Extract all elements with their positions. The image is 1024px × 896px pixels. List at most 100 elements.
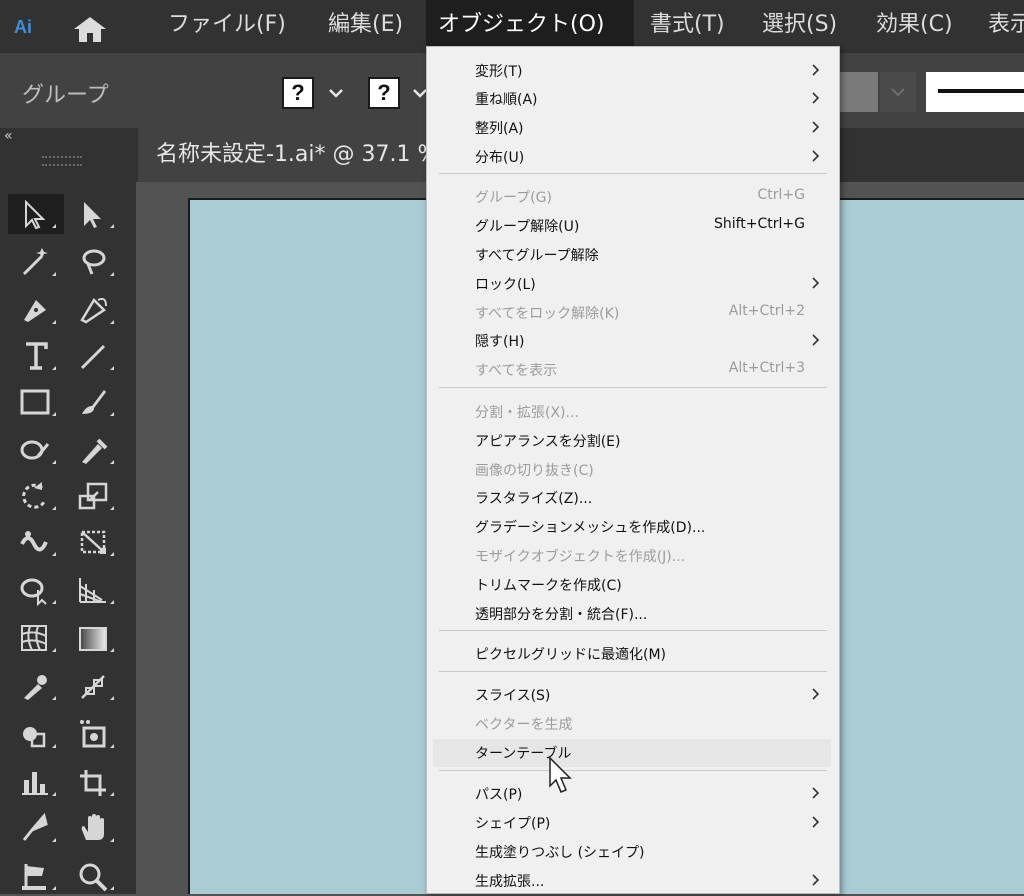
object-menu-item[interactable]: ピクセルグリッドに最適化(M) [427,640,839,668]
object-menu-item[interactable]: スライス(S) [427,681,839,709]
object-menu-item[interactable]: すべてをロック解除(K) Alt+Ctrl+2 [427,299,839,327]
fill-swatch[interactable]: ? [282,77,314,109]
hand-tool-icon[interactable] [72,808,116,848]
shaper-tool-icon [20,440,56,464]
mesh-tool-icon[interactable] [14,618,58,658]
shaper-tool-icon[interactable] [14,430,58,470]
stroke-swatch[interactable]: ? [368,77,400,109]
object-menu-item[interactable]: ベクターを生成 [427,710,839,738]
blend-tool-icon[interactable] [72,666,116,706]
rotate-tool-icon[interactable] [14,476,58,516]
hand-tool-icon [81,814,114,842]
menu-item-label: シェイプ(P) [475,816,551,832]
object-menu-item[interactable]: ロック(L) [427,270,839,298]
object-menu-item[interactable]: 透明部分を分割・統合(F)... [427,600,839,628]
curvature-tool-icon [80,297,114,324]
paintbrush-tool-icon[interactable] [72,382,116,422]
menu-item-shortcut: Alt+Ctrl+3 [728,360,805,376]
pen-tool-icon[interactable] [14,290,58,330]
perspective-grid-tool-icon [79,578,114,604]
object-menu-item[interactable]: ラスタライズ(Z)... [427,484,839,512]
knife-tool-icon [22,812,56,842]
free-transform-tool-icon[interactable] [72,522,116,562]
menu-item-label: 整列(A) [475,121,524,137]
slice-tool-icon[interactable] [72,714,116,754]
rectangle-tool-icon[interactable] [14,382,58,422]
menu-item-shortcut: Alt+Ctrl+2 [728,303,805,319]
gradient-tool-icon[interactable] [72,618,116,658]
object-menu-item[interactable]: 生成塗りつぶし (シェイプ) [427,838,839,866]
menu-object[interactable]: オブジェクト(O) [426,0,634,46]
selection-type-label: グループ [22,83,109,108]
color-swatch[interactable] [838,72,878,112]
chevron-down-icon[interactable] [326,83,346,103]
rotate-tool-icon [22,482,56,510]
object-menu-item[interactable]: モザイクオブジェクトを作成(J)... [427,542,839,570]
paintbrush-tool-icon [82,390,114,416]
object-menu-item[interactable]: シェイプ(P) [427,809,839,837]
panel-grip[interactable] [42,156,82,166]
object-menu-item[interactable]: グループ解除(U) Shift+Ctrl+G [427,212,839,240]
object-menu-item[interactable]: 生成拡張... [427,867,839,895]
graph-tool-icon[interactable] [14,762,58,802]
object-menu-item[interactable]: 隠す(H) [427,327,839,355]
menu-file[interactable]: ファイル(F) [160,0,294,46]
menu-item-label: ロック(L) [475,277,536,293]
curvature-tool-icon[interactable] [72,290,116,330]
object-menu-item[interactable]: 整列(A) [427,114,839,142]
line-segment-tool-icon[interactable] [72,336,116,376]
object-menu-item[interactable]: パス(P) [427,780,839,808]
knife-tool-icon[interactable] [14,808,58,848]
object-menu-item[interactable]: 分割・拡張(X)... [427,398,839,426]
selection-tool-icon[interactable] [8,194,64,234]
menu-item-label: ベクターを生成 [475,717,573,733]
symbol-sprayer-tool-icon[interactable] [14,714,58,754]
object-menu-item[interactable]: 分布(U) [427,143,839,171]
menu-item-label: 分布(U) [475,150,525,166]
object-menu-item[interactable]: 変形(T) [427,57,839,85]
zoom-tool-icon[interactable] [72,856,116,896]
eyedropper-tool-icon[interactable] [14,666,58,706]
menu-edit[interactable]: 編集(E) [320,0,411,46]
object-menu-item[interactable]: 画像の切り抜き(C) [427,456,839,484]
perspective-grid-tool-icon[interactable] [72,570,116,610]
collapse-panel-icon[interactable]: « [4,128,13,144]
warp-tool-icon[interactable] [14,522,58,562]
object-menu-item[interactable]: すべてを表示 Alt+Ctrl+3 [427,356,839,384]
menu-view[interactable]: 表示 [980,0,1024,46]
menu-effect[interactable]: 効果(C) [868,0,961,46]
object-menu-item[interactable]: 重ね順(A) [427,85,839,113]
object-menu-dropdown: 変形(T) 重ね順(A) 整列(A) 分布(U) グループ(G) Ctrl+G グループ解除… [426,46,840,894]
menu-item-label: 重ね順(A) [475,92,538,108]
menu-item-label: グループ(G) [475,190,552,206]
direct-selection-tool-icon[interactable] [72,194,116,234]
swatch-dropdown[interactable] [880,72,916,112]
menu-item-label: 画像の切り抜き(C) [475,463,594,479]
shape-builder-tool-icon[interactable] [14,570,58,610]
object-menu-item[interactable]: グループ(G) Ctrl+G [427,183,839,211]
home-icon[interactable] [70,14,110,44]
magic-wand-tool-icon[interactable] [14,242,58,282]
document-tab[interactable]: 名称未設定-1.ai* @ 37.1 % [138,128,428,182]
object-menu-item[interactable]: ターンテーブル [433,739,831,767]
lasso-tool-icon[interactable] [72,242,116,282]
eyedropper-pencil-tool-icon[interactable] [72,430,116,470]
menu-type[interactable]: 書式(T) [642,0,733,46]
eyedropper-tool-icon [24,675,56,700]
type-tool-icon [26,342,56,370]
scale-tool-icon[interactable] [72,476,116,516]
menu-select[interactable]: 選択(S) [754,0,845,46]
direct-selection-tool-icon [84,202,114,228]
menu-item-label: アピアランスを分割(E) [475,434,621,450]
flag-tool-icon[interactable] [14,856,58,896]
object-menu-item[interactable]: アピアランスを分割(E) [427,427,839,455]
artboard-tool-icon[interactable] [72,762,116,802]
zoom-tool-icon [79,863,114,892]
object-menu-item[interactable]: トリムマークを作成(C) [427,571,839,599]
slice-tool-icon [80,720,114,748]
type-tool-icon[interactable] [14,336,58,376]
object-menu-item[interactable]: グラデーションメッシュを作成(D)... [427,513,839,541]
menu-separator [439,630,827,631]
scale-tool-icon [78,482,114,510]
object-menu-item[interactable]: すべてグループ解除 [427,241,839,269]
